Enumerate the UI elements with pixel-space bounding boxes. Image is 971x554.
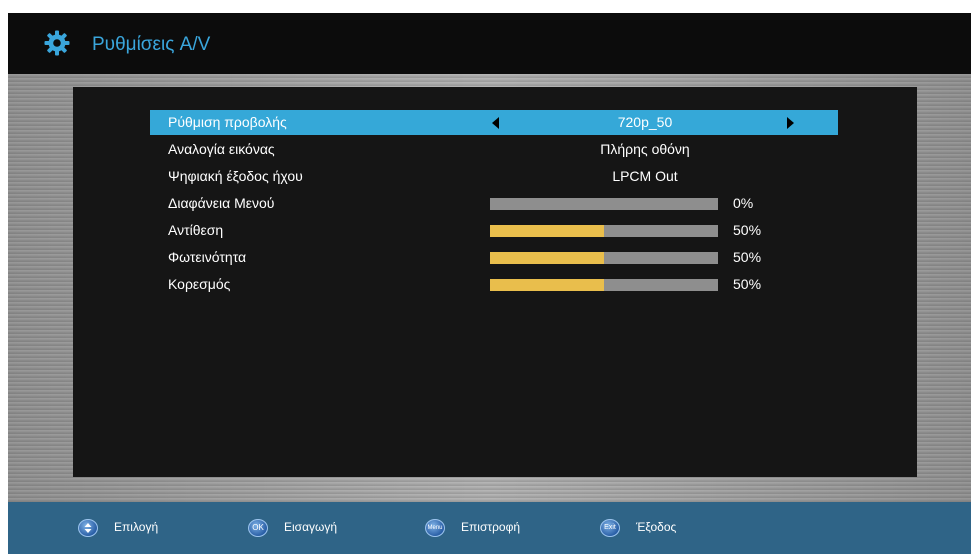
setting-row-aspect-ratio[interactable]: Αναλογία εικόνας Πλήρης οθόνη bbox=[150, 137, 838, 162]
settings-panel: Ρύθμιση προβολής 720p_50 Αναλογία εικόνα… bbox=[73, 87, 917, 477]
level-percent: 50% bbox=[733, 249, 762, 265]
level-percent: 50% bbox=[733, 222, 762, 238]
level-slider[interactable] bbox=[490, 279, 718, 291]
hint-label: Επιλογή bbox=[114, 520, 159, 534]
hint-label: Έξοδος bbox=[636, 520, 677, 534]
setting-value: LPCM Out bbox=[612, 168, 678, 184]
setting-value: 720p_50 bbox=[617, 114, 673, 130]
setting-label: Ρύθμιση προβολής bbox=[168, 114, 287, 130]
setting-row-saturation[interactable]: Κορεσμός 50% bbox=[150, 272, 838, 297]
level-percent: 50% bbox=[733, 276, 762, 292]
exit-button-icon: Exit bbox=[600, 519, 620, 537]
setting-row-display-mode[interactable]: Ρύθμιση προβολής 720p_50 bbox=[150, 110, 838, 135]
arrow-right-icon[interactable] bbox=[787, 117, 794, 129]
level-slider-fill bbox=[490, 279, 604, 291]
hint-label: Εισαγωγή bbox=[284, 520, 338, 534]
setting-row-menu-transparency[interactable]: Διαφάνεια Μενού 0% bbox=[150, 191, 838, 216]
tv-screen: Ρυθμίσεις A/V Ρύθμιση προβολής 720p_50 Α… bbox=[8, 13, 971, 554]
setting-label: Κορεσμός bbox=[168, 276, 231, 292]
setting-row-brightness[interactable]: Φωτεινότητα 50% bbox=[150, 245, 838, 270]
level-slider[interactable] bbox=[490, 252, 718, 264]
header-bar: Ρυθμίσεις A/V bbox=[8, 13, 971, 74]
level-percent: 0% bbox=[733, 195, 754, 211]
setting-value: Πλήρης οθόνη bbox=[600, 141, 690, 157]
arrow-left-icon[interactable] bbox=[492, 117, 499, 129]
level-slider-fill bbox=[490, 252, 604, 264]
footer-hint-bar: Επιλογή OK Εισαγωγή Menu Επιστροφή Exit … bbox=[8, 502, 971, 554]
setting-label: Αναλογία εικόνας bbox=[168, 141, 275, 157]
page-title: Ρυθμίσεις A/V bbox=[92, 34, 211, 55]
menu-button-icon: Menu bbox=[425, 519, 445, 537]
level-slider[interactable] bbox=[490, 225, 718, 237]
hint-label: Επιστροφή bbox=[461, 520, 521, 534]
up-down-icon bbox=[78, 519, 98, 537]
ok-button-icon: OK bbox=[248, 519, 268, 537]
gear-icon bbox=[44, 30, 70, 56]
setting-row-contrast[interactable]: Αντίθεση 50% bbox=[150, 218, 838, 243]
setting-row-digital-audio[interactable]: Ψηφιακή έξοδος ήχου LPCM Out bbox=[150, 164, 838, 189]
setting-label: Φωτεινότητα bbox=[168, 249, 247, 265]
level-slider[interactable] bbox=[490, 198, 718, 210]
setting-label: Ψηφιακή έξοδος ήχου bbox=[168, 168, 303, 184]
setting-label: Διαφάνεια Μενού bbox=[168, 195, 275, 211]
level-slider-fill bbox=[490, 225, 604, 237]
setting-label: Αντίθεση bbox=[168, 222, 224, 238]
